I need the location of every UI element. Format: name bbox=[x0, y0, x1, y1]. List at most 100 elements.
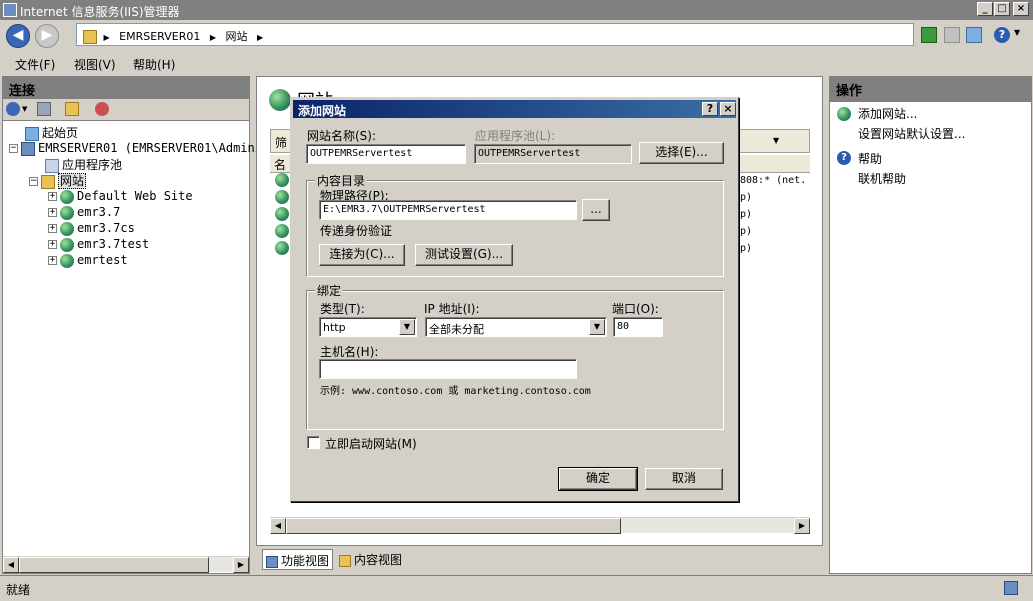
ip-address-select[interactable]: 全部未分配 ▼ bbox=[425, 317, 607, 337]
globe-icon bbox=[60, 221, 74, 236]
sites-header-icon bbox=[269, 89, 291, 111]
scroll-right-icon[interactable]: ▶ bbox=[794, 518, 810, 534]
connect-dropdown-icon[interactable]: ▼ bbox=[22, 105, 27, 113]
scroll-left-icon[interactable]: ◀ bbox=[3, 557, 19, 573]
binding-title: 绑定 bbox=[315, 282, 344, 299]
sites-hscroll[interactable]: ◀ ▶ bbox=[270, 517, 810, 534]
tree-app-pools[interactable]: 应用程序池 bbox=[45, 156, 122, 173]
site-row-icon bbox=[275, 207, 289, 221]
site-row-icon bbox=[275, 173, 289, 187]
action-help[interactable]: 帮助 bbox=[858, 150, 882, 167]
tree-site-item[interactable]: + emr3.7cs bbox=[48, 221, 135, 236]
maximize-button[interactable]: □ bbox=[994, 2, 1010, 16]
scroll-thumb[interactable] bbox=[286, 518, 621, 534]
expand-icon[interactable]: + bbox=[48, 224, 57, 233]
test-settings-button[interactable]: 测试设置(G)... bbox=[415, 244, 513, 266]
forward-button[interactable]: ▶ bbox=[35, 24, 59, 48]
action-add-site[interactable]: 添加网站... bbox=[858, 105, 917, 122]
host-name-example: 示例: www.contoso.com 或 marketing.contoso.… bbox=[320, 386, 591, 397]
action-site-defaults[interactable]: 设置网站默认设置... bbox=[858, 125, 965, 142]
scroll-thumb[interactable] bbox=[19, 557, 209, 573]
globe-icon bbox=[60, 189, 74, 204]
add-site-icon bbox=[837, 107, 851, 121]
action-online-help[interactable]: 联机帮助 bbox=[858, 170, 906, 187]
menu-file[interactable]: 文件(F) bbox=[15, 56, 55, 73]
start-now-label[interactable]: 立即启动网站(M) bbox=[325, 435, 417, 452]
iis-app-icon bbox=[3, 3, 17, 17]
start-page-icon bbox=[25, 126, 39, 141]
menu-view[interactable]: 视图(V) bbox=[74, 56, 116, 73]
port-input[interactable]: 80 bbox=[613, 317, 663, 337]
tree-start-page[interactable]: 起始页 bbox=[25, 124, 78, 141]
dialog-help-button[interactable]: ? bbox=[702, 102, 718, 116]
scroll-left-icon[interactable]: ◀ bbox=[270, 518, 286, 534]
connect-as-button[interactable]: 连接为(C)... bbox=[319, 244, 405, 266]
globe-icon bbox=[60, 237, 74, 252]
help-circle-icon: ? bbox=[837, 151, 851, 165]
menu-help[interactable]: 帮助(H) bbox=[133, 56, 175, 73]
ok-button[interactable]: 确定 bbox=[558, 467, 638, 491]
site-binding: p) bbox=[740, 243, 753, 254]
actions-title: 操作 bbox=[830, 77, 1031, 102]
close-window-button[interactable]: × bbox=[1013, 2, 1029, 16]
stop-icon[interactable] bbox=[944, 27, 960, 43]
expand-icon[interactable]: + bbox=[48, 208, 57, 217]
app-pool-label: 应用程序池(L): bbox=[475, 129, 556, 143]
cancel-button[interactable]: 取消 bbox=[645, 468, 723, 490]
column-name[interactable]: 名 bbox=[274, 156, 286, 173]
dialog-close-button[interactable]: × bbox=[720, 102, 736, 116]
tree-site-item[interactable]: + emrtest bbox=[48, 253, 128, 268]
window-title-bar: Internet 信息服务(IIS)管理器 _ □ × bbox=[0, 0, 1033, 20]
home-icon[interactable] bbox=[966, 27, 982, 43]
host-name-label: 主机名(H): bbox=[320, 345, 379, 359]
dropdown-arrow-icon[interactable]: ▼ bbox=[399, 319, 415, 335]
select-app-pool-button[interactable]: 选择(E)... bbox=[639, 142, 724, 164]
browse-path-button[interactable]: ... bbox=[582, 199, 610, 221]
globe-icon bbox=[60, 253, 74, 268]
menu-bar: 文件(F) 视图(V) 帮助(H) bbox=[0, 52, 1033, 74]
breadcrumb-sites[interactable]: 网站 bbox=[226, 30, 248, 43]
tab-content-view[interactable]: 内容视图 bbox=[336, 549, 408, 570]
site-name-input[interactable]: OUTPEMRServertest bbox=[306, 144, 466, 164]
tree-server[interactable]: − EMRSERVER01 (EMRSERVER01\Administr bbox=[9, 141, 284, 156]
site-binding: p) bbox=[740, 192, 753, 203]
up-folder-icon[interactable] bbox=[65, 102, 79, 116]
connections-hscroll[interactable]: ◀ ▶ bbox=[3, 556, 249, 573]
help-icon[interactable]: ? bbox=[994, 27, 1010, 43]
connect-icon[interactable] bbox=[6, 102, 20, 116]
host-name-input[interactable] bbox=[319, 359, 577, 379]
collapse-icon[interactable]: − bbox=[9, 144, 18, 153]
tab-features-view[interactable]: 功能视图 bbox=[262, 549, 333, 570]
features-view-icon bbox=[266, 555, 278, 568]
collapse-icon[interactable]: − bbox=[29, 177, 38, 186]
expand-icon[interactable]: + bbox=[48, 192, 57, 201]
dialog-title: 添加网站 bbox=[298, 104, 347, 118]
binding-type-label: 类型(T): bbox=[320, 302, 365, 316]
refresh-icon[interactable] bbox=[921, 27, 937, 43]
minimize-button[interactable]: _ bbox=[977, 2, 993, 16]
save-icon[interactable] bbox=[37, 102, 51, 116]
expand-icon[interactable]: + bbox=[48, 240, 57, 249]
tree-sites[interactable]: − 网站 bbox=[29, 172, 87, 189]
physical-path-input[interactable]: E:\EMR3.7\OUTPEMRServertest bbox=[319, 200, 577, 220]
site-binding: p) bbox=[740, 226, 753, 237]
sites-folder-icon bbox=[41, 174, 55, 189]
binding-type-select[interactable]: http ▼ bbox=[319, 317, 417, 337]
start-now-checkbox[interactable] bbox=[307, 436, 320, 449]
add-site-dialog: 添加网站 ? × 网站名称(S): OUTPEMRServertest 应用程序… bbox=[290, 97, 739, 502]
status-text: 就绪 bbox=[6, 583, 31, 597]
tree-site-item[interactable]: + Default Web Site bbox=[48, 189, 193, 204]
server-icon bbox=[21, 141, 35, 156]
address-input[interactable]: ▶ EMRSERVER01 ▶ 网站 ▶ bbox=[76, 23, 914, 46]
site-row-icon bbox=[275, 224, 289, 238]
back-button[interactable]: ◀ bbox=[6, 24, 30, 48]
dropdown-arrow-icon[interactable]: ▼ bbox=[589, 319, 605, 335]
disconnect-icon[interactable] bbox=[95, 102, 109, 116]
expand-icon[interactable]: + bbox=[48, 256, 57, 265]
tree-site-item[interactable]: + emr3.7 bbox=[48, 205, 120, 220]
filter-dropdown-icon[interactable]: ▼ bbox=[773, 136, 779, 145]
breadcrumb-server[interactable]: EMRSERVER01 bbox=[119, 30, 200, 43]
tree-site-item[interactable]: + emr3.7test bbox=[48, 237, 149, 252]
scroll-right-icon[interactable]: ▶ bbox=[233, 557, 249, 573]
help-dropdown-icon[interactable]: ▼ bbox=[1014, 28, 1020, 37]
